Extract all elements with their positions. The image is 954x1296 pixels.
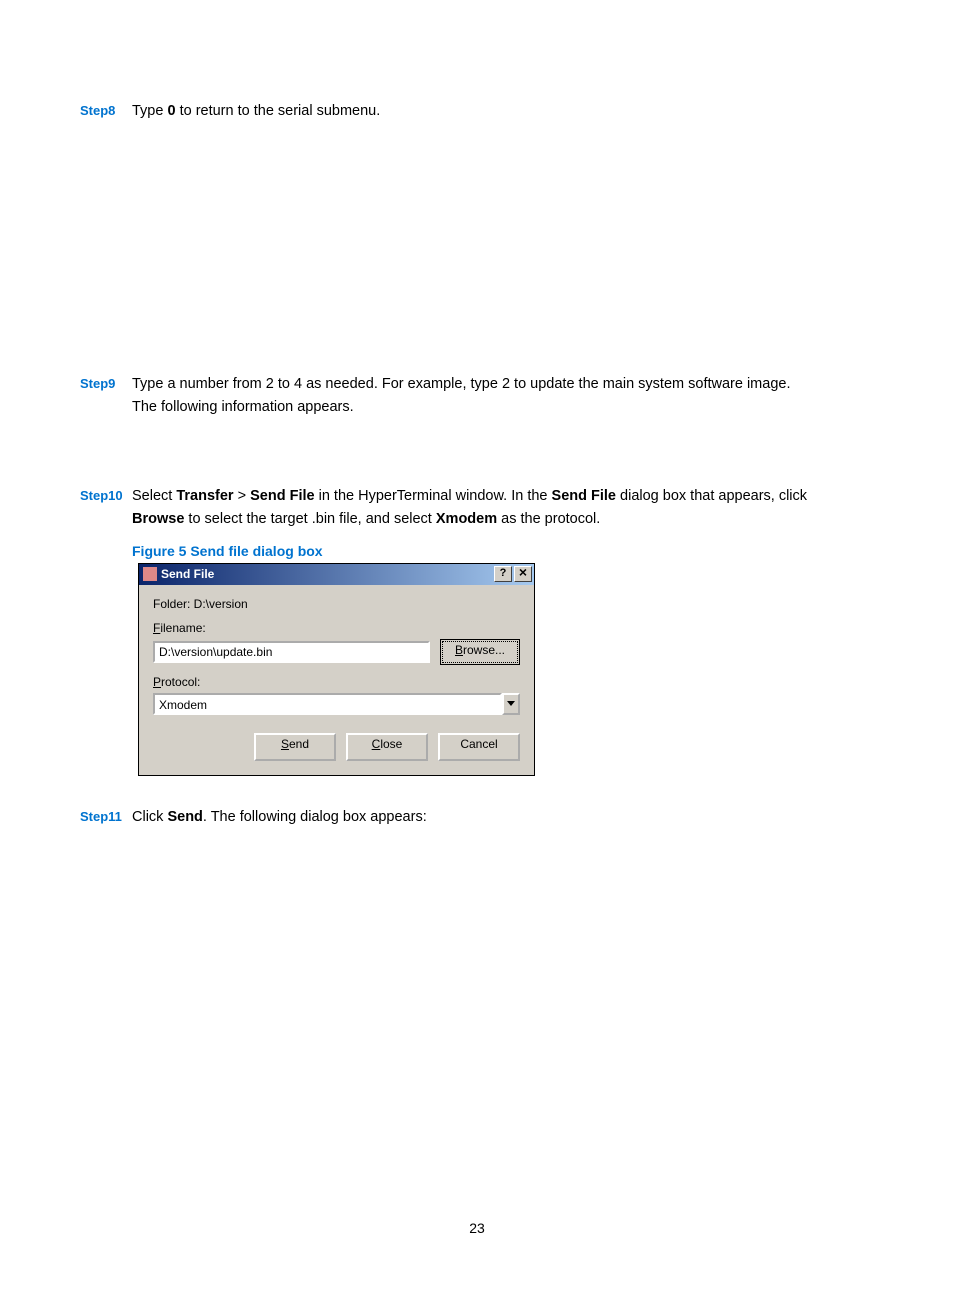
s10-sendfile: Send File (250, 488, 314, 504)
cancel-button[interactable]: Cancel (438, 733, 520, 761)
step9-body: Type a number from 2 to 4 as needed. For… (132, 373, 874, 419)
s10-c: dialog box that appears, click (616, 488, 807, 504)
filename-label: Filename: (153, 621, 520, 635)
s10-sendfile2: Send File (552, 488, 616, 504)
folder-row: Folder: D:\version (153, 597, 520, 611)
send-rest: end (289, 737, 309, 751)
browse-u: B (455, 643, 463, 657)
step8-body: Type 0 to return to the serial submenu. (132, 100, 874, 123)
step8: Step8 Type 0 to return to the serial sub… (80, 100, 874, 123)
s11-post: . The following dialog box appears: (203, 809, 427, 825)
s10-transfer: Transfer (176, 488, 233, 504)
s10-gt: > (234, 488, 251, 504)
step11-label: Step11 (80, 806, 132, 828)
dialog-titlebar: Send File ? × (139, 564, 534, 585)
dialog-body: Folder: D:\version Filename: Browse... P… (139, 585, 534, 775)
step11-body: Click Send. The following dialog box app… (132, 806, 874, 829)
close-rest: lose (380, 737, 402, 751)
protocol-label-rest: rotocol: (161, 675, 200, 689)
page-number: 23 (0, 1220, 954, 1236)
send-u: S (281, 737, 289, 751)
step10: Step10 Select Transfer > Send File in th… (80, 485, 874, 531)
step10-body: Select Transfer > Send File in the Hyper… (132, 485, 874, 531)
s10-b: in the HyperTerminal window. In the (315, 488, 552, 504)
step9-label: Step9 (80, 373, 132, 395)
help-button[interactable]: ? (494, 566, 512, 582)
step8-label: Step8 (80, 100, 132, 122)
step9: Step9 Type a number from 2 to 4 as neede… (80, 373, 874, 419)
filename-input[interactable] (153, 641, 430, 663)
s10-a: Select (132, 488, 176, 504)
step11: Step11 Click Send. The following dialog … (80, 806, 874, 829)
filename-label-rest: ilename: (160, 621, 205, 635)
protocol-select[interactable]: Xmodem (153, 693, 520, 715)
send-file-dialog: Send File ? × Folder: D:\version Filenam… (138, 563, 535, 776)
step9-line1: Type a number from 2 to 4 as needed. For… (132, 376, 790, 392)
browse-rest: rowse... (463, 643, 505, 657)
browse-button[interactable]: Browse... (440, 639, 520, 665)
dialog-title-text: Send File (161, 567, 492, 581)
filename-input-row: Browse... (153, 639, 520, 665)
step9-line2: The following information appears. (132, 399, 354, 415)
dialog-button-row: Send Close Cancel (153, 733, 520, 761)
close-dialog-button[interactable]: Close (346, 733, 428, 761)
s10-2b: as the protocol. (497, 511, 600, 527)
step8-text-post: to return to the serial submenu. (176, 103, 381, 119)
dialog-title-icon (143, 567, 157, 581)
protocol-label-row: Protocol: (153, 675, 520, 689)
close-button[interactable]: × (514, 566, 532, 582)
step8-key: 0 (167, 103, 175, 119)
step10-label: Step10 (80, 485, 132, 507)
protocol-select-display: Xmodem (153, 693, 502, 715)
step8-text-pre: Type (132, 103, 167, 119)
folder-label: Folder: D:\version (153, 597, 248, 611)
s10-browse: Browse (132, 511, 184, 527)
s11-send: Send (167, 809, 202, 825)
s10-2a: to select the target .bin file, and sele… (184, 511, 435, 527)
s11-pre: Click (132, 809, 167, 825)
protocol-label: Protocol: (153, 675, 520, 689)
filename-label-row: Filename: (153, 621, 520, 635)
protocol-label-u: P (153, 675, 161, 689)
chevron-down-icon[interactable] (502, 693, 520, 715)
s10-xmodem: Xmodem (436, 511, 497, 527)
figure-5-caption: Figure 5 Send file dialog box (132, 543, 874, 559)
send-button[interactable]: Send (254, 733, 336, 761)
